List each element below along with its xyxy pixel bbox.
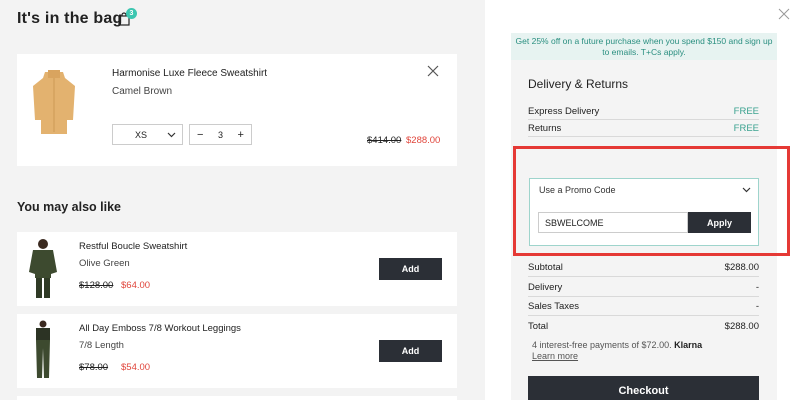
divider — [528, 296, 759, 297]
recommendation-original-price: $128.00 — [79, 280, 114, 291]
promo-code-toggle[interactable]: Use a Promo Code — [539, 185, 751, 195]
recommendation-variant: 7/8 Length — [79, 340, 124, 351]
returns-value: FREE — [733, 123, 759, 134]
recommendations-title: You may also like — [17, 200, 121, 214]
express-delivery-label: Express Delivery — [528, 106, 600, 117]
returns-label: Returns — [528, 123, 562, 134]
qty-decrease-button[interactable]: − — [197, 129, 203, 141]
klarna-brand: Klarna — [674, 340, 703, 350]
promo-code-panel: Use a Promo Code Apply — [529, 178, 759, 246]
size-value: XS — [135, 129, 148, 140]
recommendation-sale-price: $54.00 — [121, 362, 151, 373]
subtotal-label: Subtotal — [528, 262, 563, 273]
divider — [528, 119, 759, 120]
sales-tax-label: Sales Taxes — [528, 301, 580, 312]
recommendation-original-price: $78.00 — [79, 362, 109, 373]
quantity-stepper: − 3 + — [189, 124, 252, 145]
bag-count-badge: 3 — [126, 8, 137, 19]
cart-item-variant: Camel Brown — [112, 86, 173, 97]
size-select[interactable]: XS — [112, 124, 183, 145]
sales-tax-value: - — [755, 301, 759, 312]
express-delivery-value: FREE — [733, 106, 759, 117]
product-image-boucle-sweatshirt[interactable] — [25, 238, 61, 300]
bag-title: It's in the bag — [17, 10, 123, 27]
product-image-sweatshirt[interactable] — [31, 68, 77, 138]
promo-code-label: Use a Promo Code — [539, 185, 616, 195]
apply-button[interactable]: Apply — [688, 212, 751, 233]
chevron-down-icon — [167, 132, 176, 137]
recommendation-variant: Olive Green — [79, 258, 130, 269]
delivery-value: - — [755, 282, 759, 293]
delivery-row: Delivery - — [528, 282, 759, 293]
divider — [528, 315, 759, 316]
total-row: Total $288.00 — [528, 321, 759, 332]
add-button[interactable]: Add — [379, 340, 442, 362]
express-delivery-row: Express Delivery FREE — [528, 106, 759, 117]
subtotal-value: $288.00 — [724, 262, 759, 273]
cart-item-sale-price: $288.00 — [406, 135, 441, 146]
klarna-info: 4 interest-free payments of $72.00. Klar… — [532, 340, 702, 362]
recommendation-item-partial — [17, 396, 457, 400]
recommendation-sale-price: $64.00 — [121, 280, 151, 291]
sales-tax-row: Sales Taxes - — [528, 301, 759, 312]
qty-value: 3 — [217, 129, 223, 140]
remove-item-icon[interactable] — [427, 65, 439, 77]
recommendation-item: All Day Emboss 7/8 Workout Leggings 7/8 … — [17, 314, 457, 388]
chevron-down-icon — [742, 187, 751, 193]
recommendation-name[interactable]: All Day Emboss 7/8 Workout Leggings — [79, 323, 241, 334]
divider — [528, 276, 759, 277]
divider — [528, 136, 759, 137]
delivery-returns-title: Delivery & Returns — [528, 77, 629, 91]
promo-code-input[interactable] — [538, 212, 688, 233]
cart-item-name[interactable]: Harmonise Luxe Fleece Sweatshirt — [112, 68, 267, 79]
add-button[interactable]: Add — [379, 258, 442, 280]
delivery-label: Delivery — [528, 282, 563, 293]
product-image-workout-leggings[interactable] — [25, 320, 61, 382]
recommendation-item: Restful Boucle Sweatshirt Olive Green $1… — [17, 232, 457, 306]
subtotal-row: Subtotal $288.00 — [528, 262, 759, 273]
cart-item-original-price: $414.00 — [367, 135, 402, 146]
total-value: $288.00 — [724, 321, 759, 332]
cart-item: Harmonise Luxe Fleece Sweatshirt Camel B… — [17, 54, 457, 166]
klarna-text: 4 interest-free payments of $72.00. — [532, 340, 672, 350]
klarna-learn-more-link[interactable]: Learn more — [532, 351, 578, 361]
email-signup-banner[interactable]: Get 25% off on a future purchase when yo… — [511, 33, 777, 60]
total-label: Total — [528, 321, 549, 332]
qty-increase-button[interactable]: + — [238, 129, 244, 141]
recommendation-name[interactable]: Restful Boucle Sweatshirt — [79, 241, 187, 252]
returns-row: Returns FREE — [528, 123, 759, 134]
checkout-button[interactable]: Checkout — [528, 376, 759, 400]
close-icon[interactable] — [778, 8, 790, 20]
